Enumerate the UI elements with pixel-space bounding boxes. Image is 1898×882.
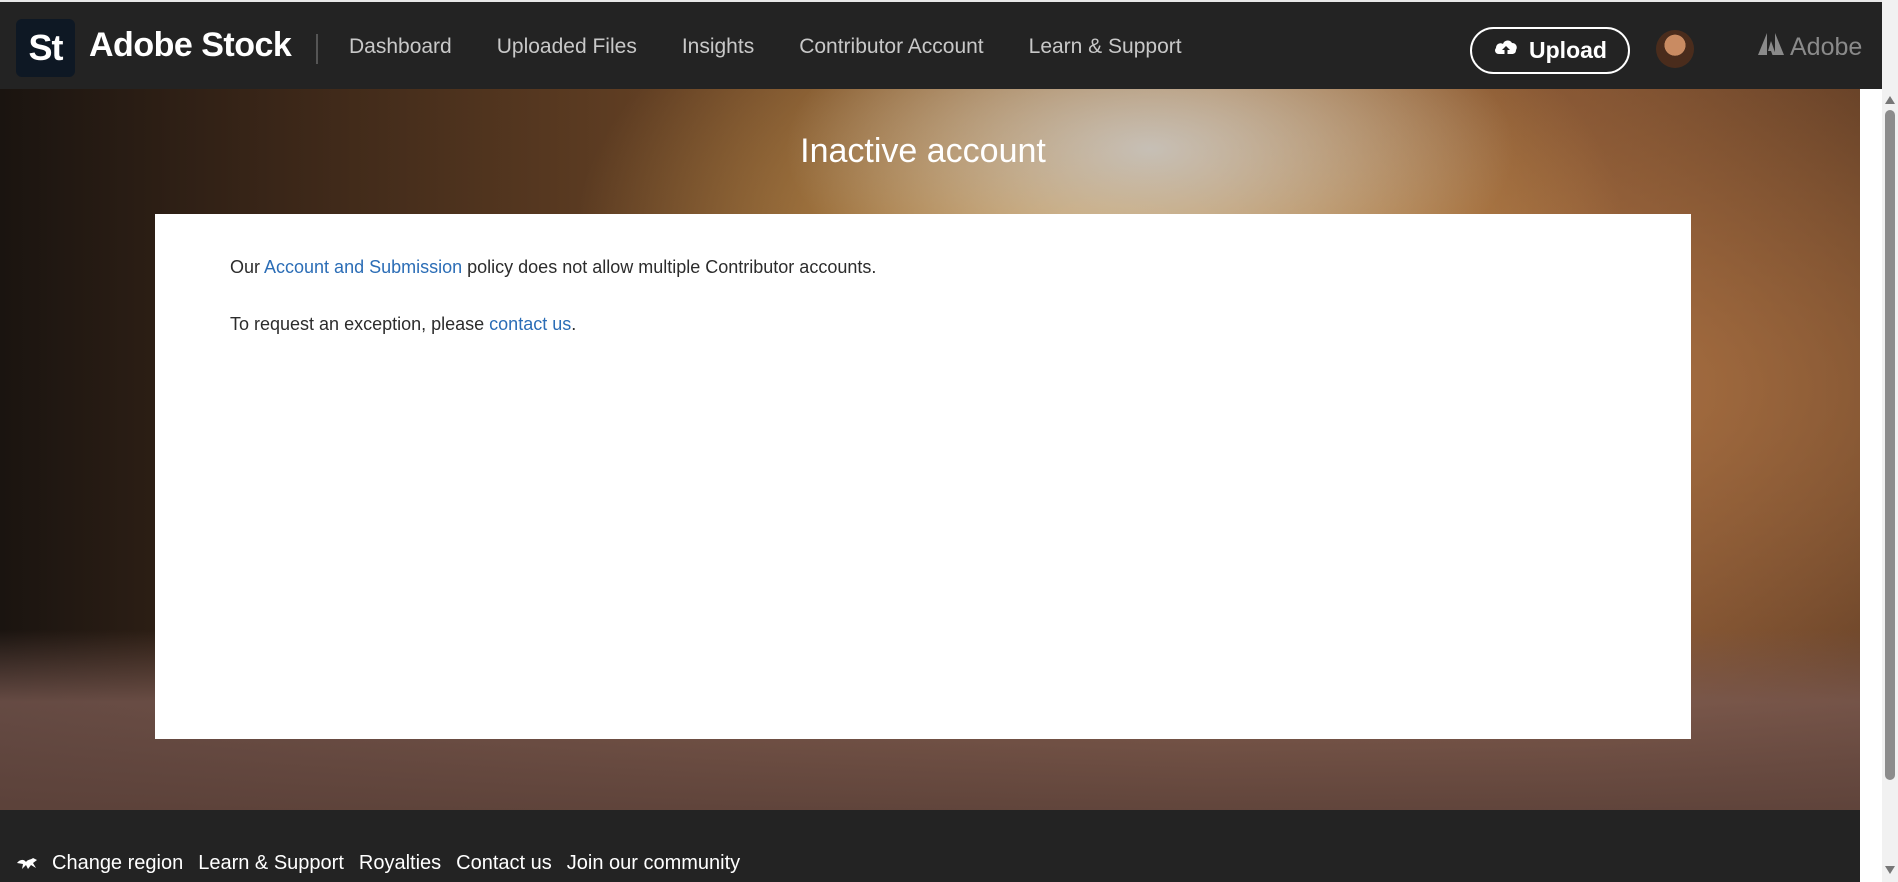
scrollbar-thumb[interactable] (1885, 110, 1895, 780)
vertical-scrollbar[interactable] (1882, 0, 1898, 882)
page-title: Inactive account (800, 132, 1046, 170)
brand-name[interactable]: Adobe Stock (89, 26, 292, 65)
adobe-logo[interactable]: Adobe (1758, 33, 1862, 62)
globe-icon[interactable] (16, 857, 38, 871)
upload-button[interactable]: Upload (1470, 27, 1630, 74)
account-submission-policy-link[interactable]: Account and Submission (264, 257, 462, 277)
footer-join-community[interactable]: Join our community (567, 852, 740, 875)
brand-divider (316, 34, 318, 64)
policy-message: Our Account and Submission policy does n… (230, 254, 1616, 280)
footer-contact-us[interactable]: Contact us (456, 852, 552, 875)
footer-royalties[interactable]: Royalties (359, 852, 441, 875)
nav-learn-support[interactable]: Learn & Support (1029, 35, 1182, 59)
policy-text-prefix: Our (230, 257, 265, 277)
footer-learn-support[interactable]: Learn & Support (198, 852, 344, 875)
adobe-label: Adobe (1790, 33, 1863, 61)
adobe-icon (1758, 33, 1784, 62)
cloud-upload-icon (1493, 37, 1519, 65)
nav-contributor-account[interactable]: Contributor Account (799, 35, 983, 59)
scroll-down-arrow-icon[interactable] (1885, 866, 1895, 874)
contact-us-link[interactable]: contact us (489, 314, 571, 334)
user-avatar[interactable] (1656, 30, 1694, 68)
scroll-up-arrow-icon[interactable] (1885, 96, 1895, 104)
nav-insights[interactable]: Insights (682, 35, 754, 59)
nav-uploaded-files[interactable]: Uploaded Files (497, 35, 637, 59)
exception-message: To request an exception, please contact … (230, 311, 1616, 337)
footer: Change region Learn & Support Royalties … (0, 810, 1860, 882)
exception-text-suffix: . (571, 314, 577, 334)
upload-label: Upload (1529, 37, 1607, 63)
footer-change-region[interactable]: Change region (52, 852, 183, 875)
top-navigation-bar: St Adobe Stock Dashboard Uploaded Files … (0, 0, 1882, 89)
footer-links: Change region Learn & Support Royalties … (16, 852, 755, 875)
app-window: St Adobe Stock Dashboard Uploaded Files … (0, 0, 1898, 882)
policy-text-suffix: policy does not allow multiple Contribut… (462, 257, 877, 277)
message-card: Our Account and Submission policy does n… (155, 214, 1691, 739)
main-nav: Dashboard Uploaded Files Insights Contri… (349, 35, 1227, 59)
nav-dashboard[interactable]: Dashboard (349, 35, 452, 59)
logo-text: St (28, 27, 64, 68)
exception-text-prefix: To request an exception, please (230, 314, 490, 334)
adobe-stock-logo[interactable]: St (16, 19, 75, 77)
